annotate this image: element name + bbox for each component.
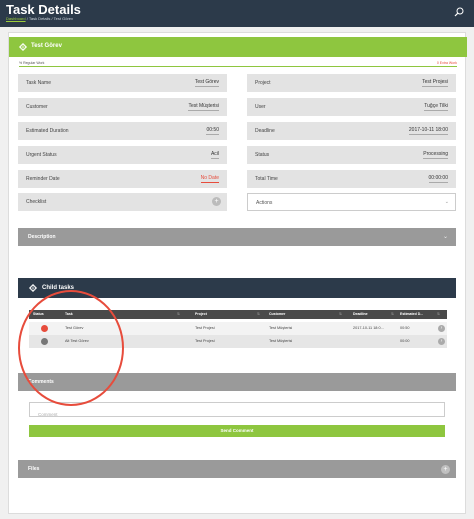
- comment-field[interactable]: [29, 402, 445, 421]
- estimated-duration-field: Estimated Duration 00:50: [18, 122, 227, 140]
- customer-field: Customer Test Müşterisi: [18, 98, 227, 116]
- urgent-status-label: Urgent Status: [26, 152, 57, 158]
- actions-label: Actions: [256, 200, 273, 206]
- sort-icon[interactable]: ⇅: [177, 312, 180, 316]
- breadcrumb-trail: / Task Details / Test Görev: [25, 16, 74, 21]
- work-progress-line: [19, 66, 457, 67]
- user-value[interactable]: Tuğçe Tilki: [424, 103, 448, 111]
- customer-value[interactable]: Test Müşterisi: [188, 103, 219, 111]
- customer-cell: Test Müşterisi: [269, 326, 293, 330]
- total-time-label: Total Time: [255, 176, 278, 182]
- child-tasks-header: Child tasks: [18, 278, 456, 298]
- reminder-date-value[interactable]: No Date: [200, 175, 219, 183]
- task-name-field: Task Name Test Görev: [18, 74, 227, 92]
- child-tasks-title: Child tasks: [42, 285, 75, 291]
- search-icon[interactable]: [454, 7, 464, 17]
- sort-icon[interactable]: ⇅: [437, 312, 440, 316]
- comment-input[interactable]: [30, 408, 444, 421]
- extra-work-label: 0 Extra Work: [436, 61, 457, 65]
- project-cell: Test Projesi: [195, 339, 215, 343]
- column-header-estimated[interactable]: Estimated D...: [400, 312, 423, 316]
- files-title: Files: [28, 466, 40, 472]
- urgent-status-field: Urgent Status Acil: [18, 146, 227, 164]
- customer-cell: Test Müşterisi: [269, 339, 293, 343]
- add-file-icon[interactable]: +: [441, 465, 450, 474]
- row-action-icon[interactable]: ›: [438, 338, 445, 345]
- chevron-down-icon: ⌄: [444, 199, 449, 205]
- total-time-field: Total Time 00:00:00: [247, 170, 456, 188]
- comments-title: Comments: [28, 379, 54, 385]
- breadcrumb: Dashboard / Task Details / Test Görev: [6, 16, 73, 21]
- description-section-toggle[interactable]: Description ⌄: [18, 228, 456, 246]
- status-label: Status: [255, 152, 270, 158]
- table-row[interactable]: Alt Test Görev Test Projesi Test Müşteri…: [29, 335, 447, 348]
- checklist-label: Checklist: [26, 199, 47, 205]
- sort-icon[interactable]: ⇅: [339, 312, 342, 316]
- task-title: Test Görev: [31, 43, 62, 49]
- task-card: Test Görev % Regular Work 0 Extra Work T…: [8, 32, 467, 514]
- gear-icon: [19, 43, 27, 51]
- estimated-duration-value[interactable]: 00:50: [206, 127, 219, 135]
- deadline-field: Deadline 2017-10-11 18:00: [247, 122, 456, 140]
- column-header-status[interactable]: Status: [33, 312, 44, 316]
- row-action-icon[interactable]: ›: [438, 325, 445, 332]
- user-label: User: [255, 104, 266, 110]
- status-field: Status Processing: [247, 146, 456, 164]
- deadline-label: Deadline: [255, 128, 275, 134]
- task-cell[interactable]: Test Görev: [65, 326, 83, 330]
- comments-section-header[interactable]: Comments: [18, 373, 456, 391]
- sort-icon[interactable]: ⇅: [391, 312, 394, 316]
- checklist-field: Checklist +: [18, 193, 227, 211]
- task-name-label: Task Name: [26, 80, 52, 86]
- estimated-duration-label: Estimated Duration: [26, 128, 69, 134]
- send-comment-button[interactable]: Send Comment: [29, 425, 445, 437]
- reminder-date-field: Reminder Date No Date: [18, 170, 227, 188]
- page-title: Task Details: [6, 2, 81, 17]
- breadcrumb-home-link[interactable]: Dashboard: [6, 16, 26, 21]
- customer-label: Customer: [26, 104, 48, 110]
- top-bar: Task Details Dashboard / Task Details / …: [0, 0, 474, 27]
- column-header-task[interactable]: Task: [65, 312, 73, 316]
- actions-dropdown[interactable]: Actions ⌄: [247, 193, 456, 211]
- deadline-value[interactable]: 2017-10-11 18:00: [408, 127, 448, 135]
- total-time-value: 00:00:00: [428, 175, 448, 183]
- gear-icon: [29, 284, 37, 292]
- chevron-down-icon: ⌄: [442, 234, 448, 240]
- description-title: Description: [28, 234, 56, 240]
- task-cell[interactable]: Alt Test Görev: [65, 339, 89, 343]
- status-dot: [41, 338, 48, 345]
- add-checklist-icon[interactable]: +: [212, 197, 221, 206]
- task-name-value[interactable]: Test Görev: [194, 79, 219, 87]
- project-field: Project Test Projesi: [247, 74, 456, 92]
- urgent-status-value[interactable]: Acil: [210, 151, 219, 159]
- project-label: Project: [255, 80, 271, 86]
- work-info-strip: % Regular Work 0 Extra Work: [9, 61, 467, 67]
- column-header-customer[interactable]: Customer: [269, 312, 285, 316]
- estimated-cell: 00:50: [400, 326, 410, 330]
- files-section-toggle[interactable]: Files +: [18, 460, 456, 478]
- table-row[interactable]: Test Görev Test Projesi Test Müşterisi 2…: [29, 322, 447, 335]
- reminder-date-label: Reminder Date: [26, 176, 60, 182]
- project-cell: Test Projesi: [195, 326, 215, 330]
- task-card-header: Test Görev: [9, 37, 467, 57]
- table-header: Status Task ⇅ Project ⇅ Customer ⇅ Deadl…: [29, 310, 447, 319]
- status-value[interactable]: Processing: [423, 151, 448, 159]
- user-field: User Tuğçe Tilki: [247, 98, 456, 116]
- sort-icon[interactable]: ⇅: [257, 312, 260, 316]
- regular-work-label: % Regular Work: [19, 61, 45, 65]
- estimated-cell: 00:00: [400, 339, 410, 343]
- column-header-deadline[interactable]: Deadline: [353, 312, 368, 316]
- project-value[interactable]: Test Projesi: [422, 79, 448, 87]
- column-header-project[interactable]: Project: [195, 312, 207, 316]
- deadline-cell: 2017-10-11 18:0...: [353, 326, 384, 330]
- status-dot: [41, 325, 48, 332]
